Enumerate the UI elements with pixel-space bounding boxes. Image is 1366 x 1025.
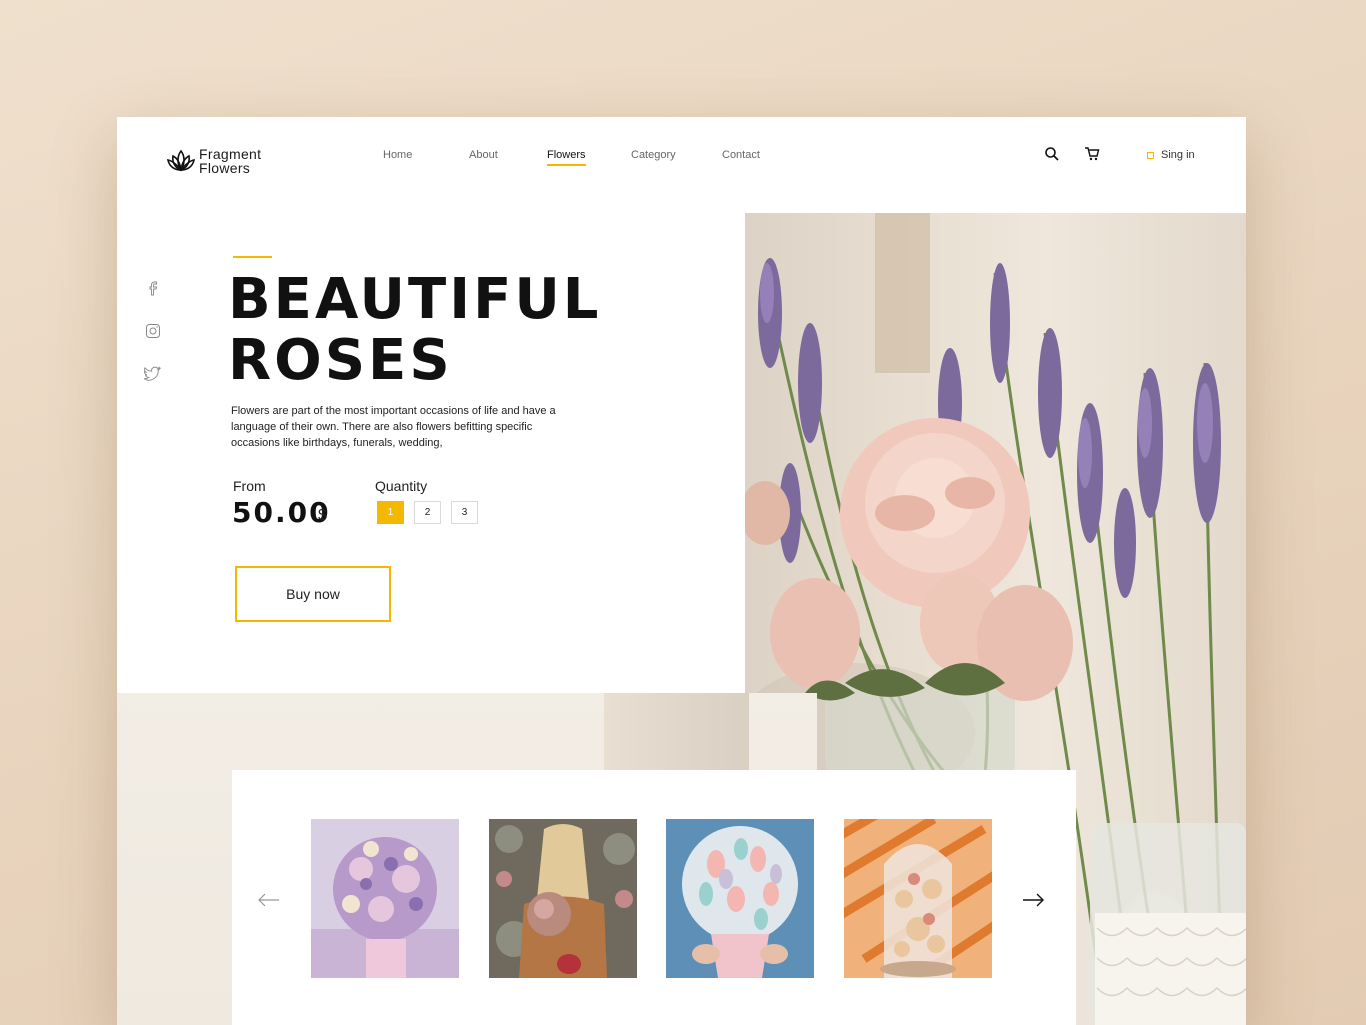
brand-name-line1: Fragment [199, 146, 262, 162]
lower-background-shade [604, 693, 749, 773]
brand-logo[interactable]: Fragment Flowers [166, 146, 261, 176]
arrow-left-icon[interactable] [257, 893, 281, 907]
facebook-icon[interactable] [144, 279, 162, 297]
nav-flowers[interactable]: Flowers [547, 149, 586, 166]
price-value: 50.00 [232, 496, 331, 529]
carousel-item-woman-bouquet[interactable] [489, 819, 637, 978]
instagram-icon[interactable] [144, 322, 162, 340]
buy-now-button[interactable]: Buy now [235, 566, 391, 622]
dried-flower-bouquet-image [311, 819, 459, 978]
signin-label: Sing in [1161, 149, 1195, 161]
carousel-item-glass-dome[interactable] [844, 819, 992, 978]
pastel-bouquet-pot-image [666, 819, 814, 978]
quantity-option-3[interactable]: 3 [451, 501, 478, 524]
signin-link[interactable]: Sing in [1147, 149, 1195, 161]
price-from-label: From [233, 478, 266, 494]
hero-title: BEAUTIFUL ROSES [228, 269, 601, 391]
search-icon[interactable] [1044, 146, 1060, 162]
price-currency: $ [318, 507, 327, 524]
brand-name-line2: Flowers [199, 160, 251, 176]
flowers-in-glass-dome-image [844, 819, 992, 978]
product-carousel [232, 770, 1076, 1025]
hero-description: Flowers are part of the most important o… [231, 405, 556, 449]
carousel-item-pastel-bouquet[interactable] [666, 819, 814, 978]
signin-marker-icon [1147, 151, 1154, 159]
quantity-option-2[interactable]: 2 [414, 501, 441, 524]
woman-holding-bouquet-image [489, 819, 637, 978]
cart-icon[interactable] [1084, 146, 1100, 162]
nav-category[interactable]: Category [631, 149, 676, 161]
quantity-label: Quantity [375, 478, 428, 494]
nav-about[interactable]: About [469, 149, 498, 161]
arrow-right-icon[interactable] [1021, 893, 1045, 907]
quantity-option-1[interactable]: 1 [377, 501, 404, 524]
twitter-icon[interactable] [144, 364, 162, 382]
lotus-icon [166, 149, 196, 172]
hero-title-line1: BEAUTIFUL [228, 267, 602, 332]
hero-title-line2: ROSES [228, 328, 453, 393]
nav-home[interactable]: Home [383, 149, 412, 161]
carousel-item-dried-bouquet[interactable] [311, 819, 459, 978]
brand-name: Fragment Flowers [199, 147, 261, 175]
title-accent-line [233, 256, 272, 258]
page-card: Fragment Flowers Home About Flowers Cate… [117, 117, 1246, 1025]
nav-contact[interactable]: Contact [722, 149, 760, 161]
